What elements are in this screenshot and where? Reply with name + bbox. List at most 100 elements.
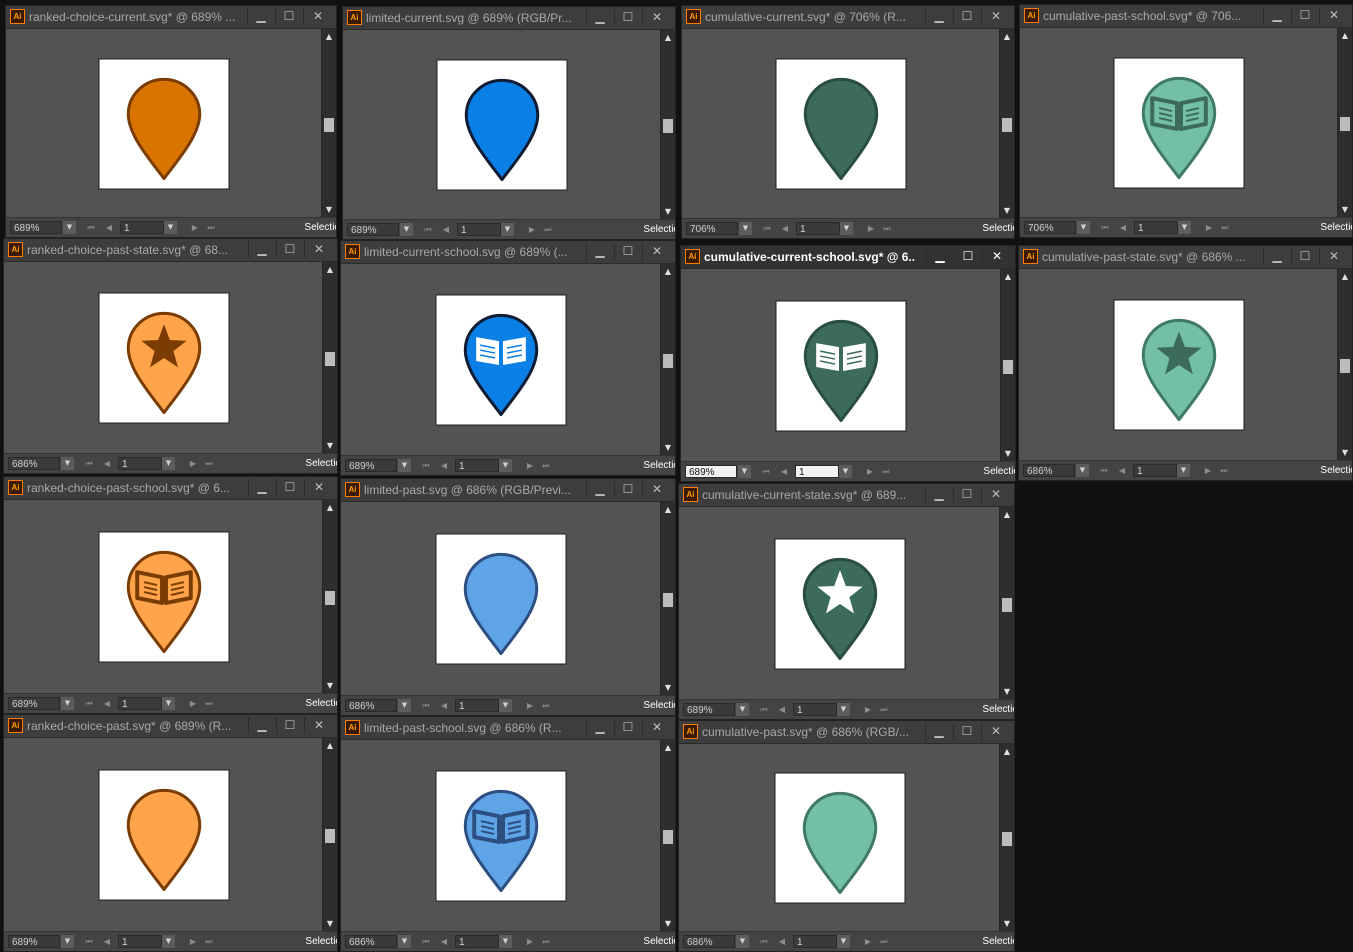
next-artboard-icon[interactable]: ▶ xyxy=(863,465,877,478)
artboard-dropdown-icon[interactable]: ▼ xyxy=(499,699,512,712)
win-cumulative-current[interactable]: Ai cumulative-current.svg* @ 706% (R... ▁ ☐… xyxy=(681,5,1015,239)
window-titlebar[interactable]: Ai cumulative-current.svg* @ 706% (R... ▁ ☐… xyxy=(682,6,1014,29)
close-button[interactable]: ✕ xyxy=(304,717,333,734)
window-titlebar[interactable]: Ai cumulative-current-school.svg* @ 6... ▁… xyxy=(681,246,1015,269)
zoom-dropdown-icon[interactable]: ▼ xyxy=(400,223,413,236)
window-titlebar[interactable]: Ai limited-past.svg @ 686% (RGB/Previ... ▁… xyxy=(341,479,675,502)
scroll-down-arrow-icon[interactable]: ▼ xyxy=(661,918,675,930)
window-titlebar[interactable]: Ai cumulative-current-state.svg* @ 689...… xyxy=(679,484,1014,507)
previous-artboard-icon[interactable]: ◀ xyxy=(100,457,114,470)
minimize-button[interactable]: ▁ xyxy=(1263,248,1290,265)
win-cumulative-past[interactable]: Ai cumulative-past.svg* @ 686% (RGB/... ▁ ☐… xyxy=(678,720,1015,952)
zoom-level-field[interactable]: 686% xyxy=(683,935,735,948)
last-artboard-icon[interactable]: ⏭ xyxy=(202,935,216,948)
zoom-dropdown-icon[interactable]: ▼ xyxy=(398,459,411,472)
scroll-up-arrow-icon[interactable]: ▲ xyxy=(322,31,336,43)
scroll-up-arrow-icon[interactable]: ▲ xyxy=(661,266,675,278)
scroll-up-arrow-icon[interactable]: ▲ xyxy=(1000,509,1014,521)
first-artboard-icon[interactable]: ⏮ xyxy=(82,457,96,470)
previous-artboard-icon[interactable]: ◀ xyxy=(778,222,792,235)
scroll-up-arrow-icon[interactable]: ▲ xyxy=(1338,30,1352,42)
zoom-level-field[interactable]: 686% xyxy=(8,457,60,470)
artboard-number-field[interactable]: 1 xyxy=(118,935,162,948)
first-artboard-icon[interactable]: ⏮ xyxy=(759,465,773,478)
artboard-dropdown-icon[interactable]: ▼ xyxy=(499,459,512,472)
scroll-down-arrow-icon[interactable]: ▼ xyxy=(661,682,675,694)
window-titlebar[interactable]: Ai ranked-choice-current.svg* @ 689% ... ▁… xyxy=(6,6,336,29)
close-button[interactable]: ✕ xyxy=(1319,248,1348,265)
scroll-up-arrow-icon[interactable]: ▲ xyxy=(661,32,675,44)
artboard-dropdown-icon[interactable]: ▼ xyxy=(162,935,175,948)
artboard-number-field[interactable]: 1 xyxy=(796,222,840,235)
artboard-dropdown-icon[interactable]: ▼ xyxy=(1177,464,1190,477)
window-titlebar[interactable]: Ai ranked-choice-past-school.svg* @ 6... ▁… xyxy=(4,477,337,500)
first-artboard-icon[interactable]: ⏮ xyxy=(1098,221,1112,234)
win-ranked-choice-past-school[interactable]: Ai ranked-choice-past-school.svg* @ 6... ▁… xyxy=(3,476,338,714)
scroll-thumb[interactable] xyxy=(1340,117,1350,131)
previous-artboard-icon[interactable]: ◀ xyxy=(775,935,789,948)
zoom-level-field[interactable]: 689% xyxy=(10,221,62,234)
zoom-dropdown-icon[interactable]: ▼ xyxy=(61,697,74,710)
minimize-button[interactable]: ▁ xyxy=(925,8,952,25)
zoom-dropdown-icon[interactable]: ▼ xyxy=(61,457,74,470)
document-canvas[interactable] xyxy=(343,30,661,220)
maximize-button[interactable]: ☐ xyxy=(954,248,981,265)
next-artboard-icon[interactable]: ▶ xyxy=(525,223,539,236)
scroll-down-arrow-icon[interactable]: ▼ xyxy=(661,206,675,218)
zoom-dropdown-icon[interactable]: ▼ xyxy=(63,221,76,234)
window-titlebar[interactable]: Ai cumulative-past-state.svg* @ 686% ... ▁… xyxy=(1019,246,1352,269)
artboard-number-field[interactable]: 1 xyxy=(1133,464,1177,477)
scroll-thumb[interactable] xyxy=(1002,598,1012,612)
vertical-scrollbar[interactable]: ▲ ▼ xyxy=(999,29,1014,219)
artboard-number-field[interactable]: 1 xyxy=(793,935,837,948)
document-canvas[interactable] xyxy=(682,29,1000,219)
scroll-down-arrow-icon[interactable]: ▼ xyxy=(1001,448,1015,460)
artboard-dropdown-icon[interactable]: ▼ xyxy=(162,697,175,710)
last-artboard-icon[interactable]: ⏭ xyxy=(877,703,891,716)
scroll-thumb[interactable] xyxy=(663,830,673,844)
next-artboard-icon[interactable]: ▶ xyxy=(1202,221,1216,234)
window-titlebar[interactable]: Ai cumulative-past.svg* @ 686% (RGB/... ▁ ☐… xyxy=(679,721,1014,744)
first-artboard-icon[interactable]: ⏮ xyxy=(760,222,774,235)
scroll-thumb[interactable] xyxy=(1340,359,1350,373)
next-artboard-icon[interactable]: ▶ xyxy=(186,697,200,710)
vertical-scrollbar[interactable]: ▲ ▼ xyxy=(1000,269,1015,462)
previous-artboard-icon[interactable]: ◀ xyxy=(102,221,116,234)
document-canvas[interactable] xyxy=(341,264,661,456)
artboard-dropdown-icon[interactable]: ▼ xyxy=(840,222,853,235)
win-limited-past-school[interactable]: Ai limited-past-school.svg @ 686% (R... ▁ ☐… xyxy=(340,716,676,952)
artboard-dropdown-icon[interactable]: ▼ xyxy=(501,223,514,236)
minimize-button[interactable]: ▁ xyxy=(248,717,275,734)
minimize-button[interactable]: ▁ xyxy=(248,479,275,496)
zoom-level-field[interactable]: 689% xyxy=(685,465,737,478)
scroll-thumb[interactable] xyxy=(1002,832,1012,846)
previous-artboard-icon[interactable]: ◀ xyxy=(439,223,453,236)
last-artboard-icon[interactable]: ⏭ xyxy=(1217,464,1231,477)
vertical-scrollbar[interactable]: ▲ ▼ xyxy=(1337,28,1352,218)
next-artboard-icon[interactable]: ▶ xyxy=(186,935,200,948)
scroll-thumb[interactable] xyxy=(663,593,673,607)
scroll-thumb[interactable] xyxy=(663,354,673,368)
scroll-thumb[interactable] xyxy=(325,829,335,843)
previous-artboard-icon[interactable]: ◀ xyxy=(1116,221,1130,234)
close-button[interactable]: ✕ xyxy=(982,248,1011,265)
document-canvas[interactable] xyxy=(341,502,661,696)
document-canvas[interactable] xyxy=(4,738,323,932)
maximize-button[interactable]: ☐ xyxy=(1291,7,1318,24)
maximize-button[interactable]: ☐ xyxy=(276,241,303,258)
maximize-button[interactable]: ☐ xyxy=(953,723,980,740)
last-artboard-icon[interactable]: ⏭ xyxy=(204,221,218,234)
window-titlebar[interactable]: Ai ranked-choice-past.svg* @ 689% (R... ▁ ☐… xyxy=(4,715,337,738)
next-artboard-icon[interactable]: ▶ xyxy=(523,699,537,712)
document-canvas[interactable] xyxy=(1019,269,1338,461)
zoom-level-field[interactable]: 689% xyxy=(683,703,735,716)
scroll-down-arrow-icon[interactable]: ▼ xyxy=(1000,686,1014,698)
next-artboard-icon[interactable]: ▶ xyxy=(188,221,202,234)
maximize-button[interactable]: ☐ xyxy=(1291,248,1318,265)
previous-artboard-icon[interactable]: ◀ xyxy=(775,703,789,716)
maximize-button[interactable]: ☐ xyxy=(614,9,641,26)
window-titlebar[interactable]: Ai limited-past-school.svg @ 686% (R... ▁ ☐… xyxy=(341,717,675,740)
artboard-number-field[interactable]: 1 xyxy=(457,223,501,236)
first-artboard-icon[interactable]: ⏮ xyxy=(421,223,435,236)
win-ranked-choice-current[interactable]: Ai ranked-choice-current.svg* @ 689% ... ▁… xyxy=(5,5,337,238)
